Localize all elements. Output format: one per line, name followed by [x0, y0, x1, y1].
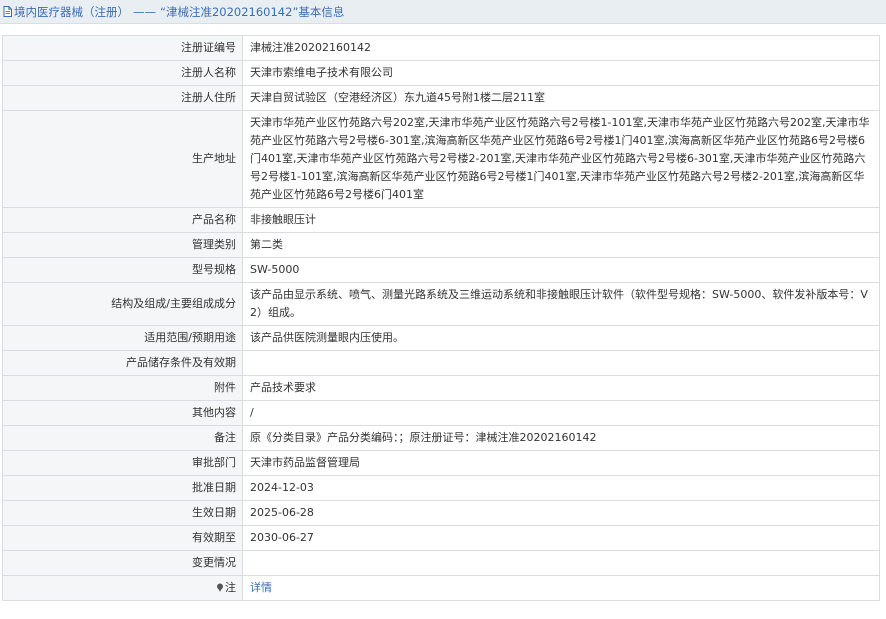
field-label: 附件	[2, 375, 243, 401]
title-bar: 境内医疗器械（注册） —— “津械注准20202160142”基本信息	[0, 0, 886, 24]
table-row: 附件 产品技术要求	[2, 375, 880, 401]
product-name-value: 非接触眼压计	[242, 207, 880, 233]
field-label: 结构及组成/主要组成成分	[2, 282, 243, 326]
table-row: 审批部门 天津市药品监督管理局	[2, 450, 880, 476]
production-address-value: 天津市华苑产业区竹苑路六号202室,天津市华苑产业区竹苑路六号2号楼1-101室…	[242, 110, 880, 208]
field-label: 变更情况	[2, 550, 243, 576]
field-label: 管理类别	[2, 232, 243, 258]
model-spec-value: SW-5000	[242, 257, 880, 283]
management-class-value: 第二类	[242, 232, 880, 258]
field-label: 注册证编号	[2, 35, 243, 61]
field-label: 其他内容	[2, 400, 243, 426]
field-label: 型号规格	[2, 257, 243, 283]
intended-use-value: 该产品供医院测量眼内压使用。	[242, 325, 880, 351]
table-row: 结构及组成/主要组成成分 该产品由显示系统、喷气、测量光路系统及三维运动系统和非…	[2, 282, 880, 326]
expiry-date-value: 2030-06-27	[242, 525, 880, 551]
field-label: 备注	[2, 425, 243, 451]
registrant-address-value: 天津自贸试验区（空港经济区）东九道45号附1楼二层211室	[242, 85, 880, 111]
category-link[interactable]: 境内医疗器械（注册）	[14, 4, 129, 20]
attachment-value: 产品技术要求	[242, 375, 880, 401]
table-row: 注册人名称 天津市索维电子技术有限公司	[2, 60, 880, 86]
detail-page: 境内医疗器械（注册） —— “津械注准20202160142”基本信息 注册证编…	[0, 0, 886, 619]
field-label: 注	[225, 581, 236, 594]
document-icon	[3, 6, 12, 17]
info-table: 注册证编号 津械注准20202160142 注册人名称 天津市索维电子技术有限公…	[2, 35, 880, 601]
effective-date-value: 2025-06-28	[242, 500, 880, 526]
details-link[interactable]: 详情	[250, 581, 272, 594]
title-separator: ——	[133, 4, 156, 19]
other-value: /	[242, 400, 880, 426]
note-value-cell: 详情	[242, 575, 880, 601]
approval-date-value: 2024-12-03	[242, 475, 880, 501]
table-row: 注册人住所 天津自贸试验区（空港经济区）东九道45号附1楼二层211室	[2, 85, 880, 111]
field-label: 批准日期	[2, 475, 243, 501]
table-row: 管理类别 第二类	[2, 232, 880, 258]
table-row: 注册证编号 津械注准20202160142	[2, 35, 880, 61]
table-row: 变更情况	[2, 550, 880, 576]
table-row: 有效期至 2030-06-27	[2, 525, 880, 551]
changes-value	[242, 550, 880, 576]
field-label: 注册人住所	[2, 85, 243, 111]
registrant-value: 天津市索维电子技术有限公司	[242, 60, 880, 86]
field-label: 有效期至	[2, 525, 243, 551]
note-label-cell: 注	[2, 575, 243, 601]
reg-no-value: 津械注准20202160142	[242, 35, 880, 61]
table-row: 生效日期 2025-06-28	[2, 500, 880, 526]
remark-value: 原《分类目录》产品分类编码：；原注册证号：津械注准20202160142	[242, 425, 880, 451]
table-row: 备注 原《分类目录》产品分类编码：；原注册证号：津械注准20202160142	[2, 425, 880, 451]
table-row: 注 详情	[2, 575, 880, 601]
field-label: 生效日期	[2, 500, 243, 526]
field-label: 注册人名称	[2, 60, 243, 86]
structure-value: 该产品由显示系统、喷气、测量光路系统及三维运动系统和非接触眼压计软件（软件型号规…	[242, 282, 880, 326]
field-label: 审批部门	[2, 450, 243, 476]
pin-icon	[216, 583, 224, 592]
table-row: 适用范围/预期用途 该产品供医院测量眼内压使用。	[2, 325, 880, 351]
field-label: 生产地址	[2, 110, 243, 208]
table-row: 其他内容 /	[2, 400, 880, 426]
field-label: 产品储存条件及有效期	[2, 350, 243, 376]
table-row: 生产地址 天津市华苑产业区竹苑路六号202室,天津市华苑产业区竹苑路六号2号楼1…	[2, 110, 880, 208]
storage-value	[242, 350, 880, 376]
approval-dept-value: 天津市药品监督管理局	[242, 450, 880, 476]
field-label: 适用范围/预期用途	[2, 325, 243, 351]
record-title: “津械注准20202160142”基本信息	[160, 4, 345, 19]
table-row: 产品储存条件及有效期	[2, 350, 880, 376]
field-label: 产品名称	[2, 207, 243, 233]
table-row: 产品名称 非接触眼压计	[2, 207, 880, 233]
table-row: 型号规格 SW-5000	[2, 257, 880, 283]
table-row: 批准日期 2024-12-03	[2, 475, 880, 501]
